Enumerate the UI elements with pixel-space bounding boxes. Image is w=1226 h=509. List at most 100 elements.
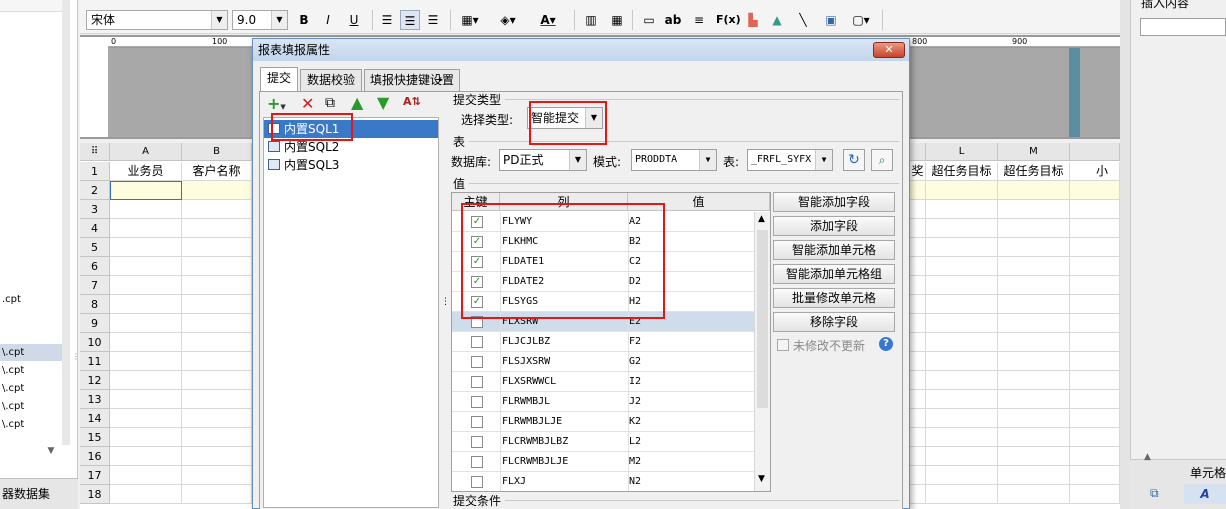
cell-a1[interactable]: 业务员 <box>110 162 182 181</box>
row-header[interactable]: 18 <box>80 485 110 504</box>
grid-cell[interactable] <box>1070 276 1120 295</box>
sort-icon[interactable]: A⇅ <box>403 95 421 108</box>
cell-l1[interactable]: 超任务目标 <box>926 162 998 181</box>
grid-cell[interactable] <box>998 200 1070 219</box>
primary-key-checkbox[interactable] <box>471 416 483 428</box>
table-row[interactable]: FLXJ N2 <box>452 472 754 491</box>
grid-cell[interactable] <box>182 200 252 219</box>
field-value[interactable]: N2 <box>629 472 641 491</box>
scroll-down-icon[interactable]: ▼ <box>758 474 765 484</box>
grid-cell[interactable] <box>926 485 998 504</box>
refresh-button[interactable]: ↻ <box>843 149 865 171</box>
grid-cell[interactable] <box>926 466 998 485</box>
field-column-name[interactable]: FLSJXSRW <box>502 352 550 372</box>
cell-a2[interactable] <box>110 181 182 200</box>
grid-cell[interactable] <box>910 466 926 485</box>
grid-cell[interactable] <box>110 200 182 219</box>
row-header[interactable]: 13 <box>80 390 110 409</box>
field-column-name[interactable]: FLRWMBJLJE <box>502 412 562 432</box>
grid-cell[interactable] <box>110 333 182 352</box>
close-button[interactable]: ✕ <box>873 42 905 58</box>
row-header[interactable]: 15 <box>80 428 110 447</box>
align-center-icon[interactable]: ☰ <box>400 10 420 30</box>
slash-icon[interactable]: ╲ <box>794 10 812 30</box>
grid-cell[interactable] <box>910 257 926 276</box>
grid-cell[interactable] <box>926 238 998 257</box>
scroll-up-icon[interactable]: ▲ <box>758 214 765 224</box>
grid-cell[interactable] <box>110 219 182 238</box>
grid-cell[interactable] <box>926 333 998 352</box>
database-select[interactable]: PD正式 ▼ <box>499 149 587 171</box>
grid-scrollbar[interactable]: ▲ ▼ <box>754 212 770 491</box>
splitter-dots[interactable]: ⋮ <box>441 298 450 307</box>
grid-cell[interactable] <box>998 428 1070 447</box>
grid-cell[interactable] <box>110 485 182 504</box>
grid-cell[interactable] <box>182 314 252 333</box>
grid-cell[interactable] <box>998 409 1070 428</box>
grid-cell[interactable] <box>910 238 926 257</box>
grid-cell[interactable] <box>1070 257 1120 276</box>
align-left-icon[interactable]: ☰ <box>378 10 396 30</box>
grid-cell[interactable] <box>182 352 252 371</box>
grid-cell[interactable] <box>926 219 998 238</box>
grid-cell[interactable] <box>182 485 252 504</box>
unchanged-no-update-checkbox[interactable] <box>777 339 789 351</box>
grid-cell[interactable] <box>110 447 182 466</box>
column-header[interactable]: A <box>110 143 182 161</box>
cell-l2[interactable] <box>926 181 998 200</box>
grid-cell[interactable] <box>182 257 252 276</box>
cell-b2[interactable] <box>182 181 252 200</box>
primary-key-checkbox[interactable] <box>471 376 483 388</box>
grid-cell[interactable] <box>998 238 1070 257</box>
primary-key-checkbox[interactable] <box>471 336 483 348</box>
grid-cell[interactable] <box>998 447 1070 466</box>
column-header[interactable]: L <box>926 143 998 161</box>
grid-cell[interactable] <box>1070 371 1120 390</box>
grid-cell[interactable] <box>910 371 926 390</box>
grid-cell[interactable] <box>910 314 926 333</box>
column-header[interactable]: B <box>182 143 252 161</box>
file-item[interactable]: \.cpt <box>0 362 62 379</box>
grid-cell[interactable] <box>910 485 926 504</box>
delete-icon[interactable]: ✕ <box>301 94 314 113</box>
grid-cell[interactable] <box>182 219 252 238</box>
grid-cell[interactable] <box>1070 447 1120 466</box>
cell-n1[interactable]: 小 <box>1070 162 1120 181</box>
grid-cell[interactable] <box>182 466 252 485</box>
textbox-icon[interactable]: ▭ <box>640 10 658 30</box>
grid-cell[interactable] <box>1070 466 1120 485</box>
row-header[interactable]: 12 <box>80 371 110 390</box>
formula-icon[interactable]: F(x) <box>716 10 741 30</box>
grid-cell[interactable] <box>182 390 252 409</box>
row-header[interactable]: 9 <box>80 314 110 333</box>
field-value[interactable]: M2 <box>629 452 641 472</box>
grid-cell[interactable] <box>926 314 998 333</box>
border-icon[interactable]: ▦▾ <box>456 10 484 30</box>
grid-cell[interactable] <box>110 238 182 257</box>
font-size-select[interactable]: 9.0 ▼ <box>232 10 288 30</box>
chart-icon[interactable]: ▙ <box>744 10 762 30</box>
file-item[interactable]: \.cpt <box>0 380 62 397</box>
tab-submit[interactable]: 提交 <box>260 67 298 92</box>
row-header[interactable]: 11 <box>80 352 110 371</box>
field-column-name[interactable]: FLXJ <box>502 472 526 491</box>
font-family-select[interactable]: 宋体 ▼ <box>86 10 228 30</box>
grid-cell[interactable] <box>1070 333 1120 352</box>
grid-cell[interactable] <box>998 276 1070 295</box>
widget-icon[interactable]: ▣ <box>822 10 840 30</box>
grid-cell[interactable] <box>910 333 926 352</box>
field-value[interactable]: I2 <box>629 372 641 392</box>
move-down-icon[interactable]: ▼ <box>377 93 389 112</box>
grid-cell[interactable] <box>1070 428 1120 447</box>
grid-cell[interactable] <box>110 466 182 485</box>
file-item[interactable]: .cpt <box>0 291 62 308</box>
batch-modify-cell-button[interactable]: 批量修改单元格 <box>773 288 895 308</box>
text-ab-icon[interactable]: ab <box>664 10 682 30</box>
cell-n2[interactable] <box>1070 181 1120 200</box>
primary-key-checkbox[interactable] <box>471 396 483 408</box>
grid-cell[interactable] <box>110 276 182 295</box>
file-item[interactable]: \.cpt <box>0 344 62 361</box>
cell-b1[interactable]: 客户名称 <box>182 162 252 181</box>
column-header[interactable]: M <box>998 143 1070 161</box>
grid-cell[interactable] <box>926 352 998 371</box>
